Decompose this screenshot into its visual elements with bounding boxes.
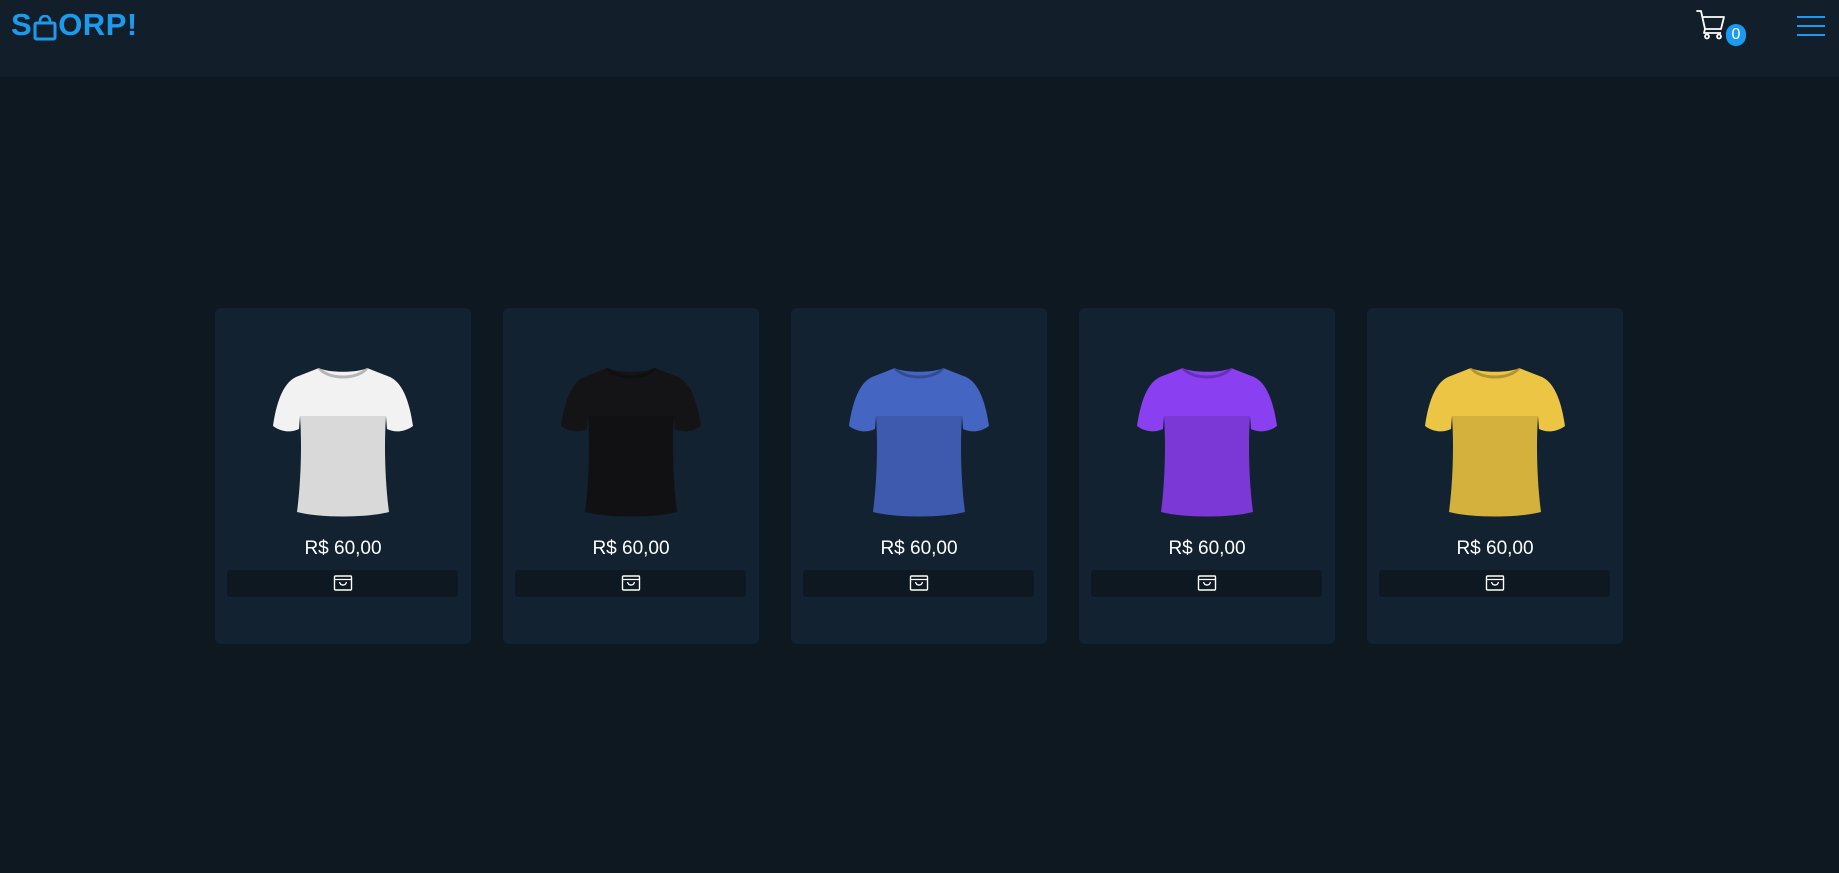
product-card-black: R$ 60,00 xyxy=(503,308,759,644)
product-card-yellow: R$ 60,00 xyxy=(1367,308,1623,644)
tshirt-image[interactable] xyxy=(846,364,992,518)
product-price: R$ 60,00 xyxy=(1456,538,1534,559)
add-to-cart-button[interactable] xyxy=(1091,570,1322,597)
cart-count-badge: 0 xyxy=(1726,24,1746,46)
add-to-cart-button[interactable] xyxy=(515,570,746,597)
tshirt-image[interactable] xyxy=(1422,364,1568,518)
top-navbar: S ORP! 0 xyxy=(0,0,1839,77)
product-grid: R$ 60,00 R$ 60,00 R$ 60,00 R$ 60,00 R$ 60,00 xyxy=(215,308,1624,644)
product-card-purple: R$ 60,00 xyxy=(1079,308,1335,644)
product-card-blue: R$ 60,00 xyxy=(791,308,1047,644)
shopping-bag-icon xyxy=(33,13,57,41)
add-to-cart-button[interactable] xyxy=(227,570,458,597)
shopping-bag-icon xyxy=(333,575,353,591)
product-price: R$ 60,00 xyxy=(592,538,670,559)
shopping-bag-icon xyxy=(621,575,641,591)
shopping-cart-icon xyxy=(1696,10,1725,40)
product-price: R$ 60,00 xyxy=(1168,538,1246,559)
tshirt-image[interactable] xyxy=(1134,364,1280,518)
cart-button[interactable]: 0 xyxy=(1694,8,1746,48)
menu-button[interactable] xyxy=(1796,13,1826,39)
shopping-bag-icon xyxy=(909,575,929,591)
shopping-bag-icon xyxy=(1197,575,1217,591)
logo-text-end: ORP! xyxy=(58,7,138,42)
product-price: R$ 60,00 xyxy=(880,538,958,559)
hamburger-menu-icon xyxy=(1797,16,1825,36)
shopping-bag-icon xyxy=(1485,575,1505,591)
tshirt-image[interactable] xyxy=(558,364,704,518)
tshirt-image[interactable] xyxy=(270,364,416,518)
product-card-white: R$ 60,00 xyxy=(215,308,471,644)
brand-logo[interactable]: S ORP! xyxy=(11,7,138,43)
product-price: R$ 60,00 xyxy=(304,538,382,559)
logo-text-start: S xyxy=(11,7,33,42)
add-to-cart-button[interactable] xyxy=(1379,570,1610,597)
add-to-cart-button[interactable] xyxy=(803,570,1034,597)
